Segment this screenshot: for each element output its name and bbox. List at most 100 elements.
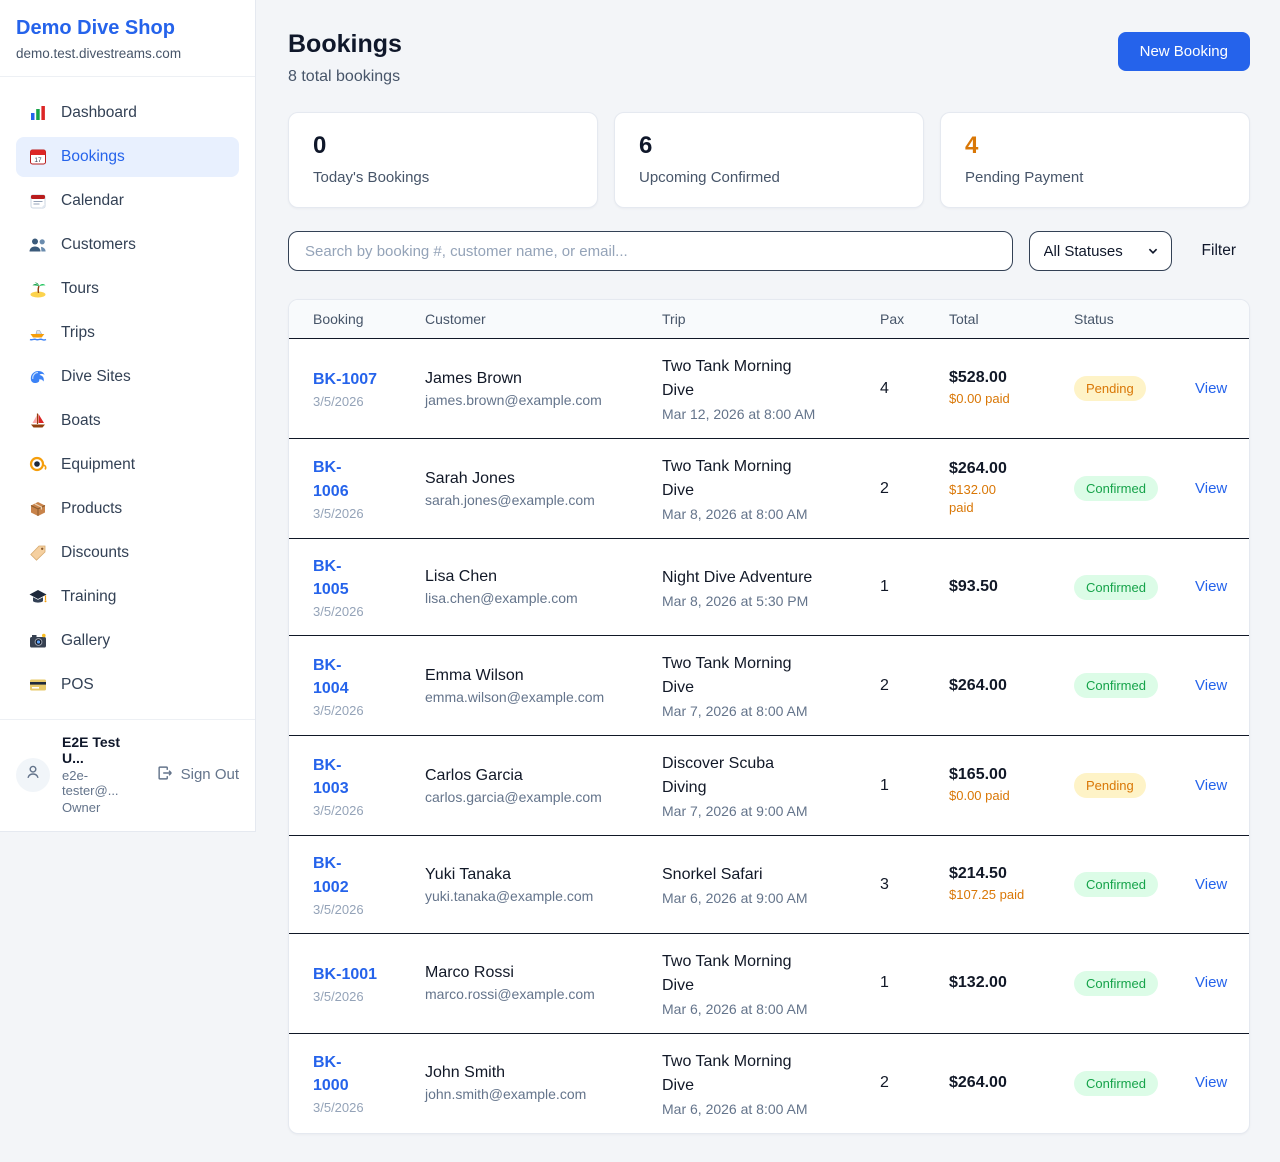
sidebar-item-boats[interactable]: Boats — [16, 401, 239, 441]
new-booking-button[interactable]: New Booking — [1118, 32, 1250, 71]
stat-label: Today's Bookings — [313, 169, 573, 186]
sidebar-item-label: Bookings — [61, 148, 125, 166]
total-amount: $528.00 — [949, 369, 1074, 387]
view-link[interactable]: View — [1195, 480, 1227, 497]
booking-id-link[interactable]: BK- 1000 — [313, 1051, 349, 1097]
view-link[interactable]: View — [1195, 876, 1227, 893]
total-amount: $264.00 — [949, 1074, 1074, 1092]
calendar-bookings-icon: 17 — [28, 147, 48, 167]
booking-id-link[interactable]: BK- 1003 — [313, 754, 349, 800]
sidebar-item-label: Tours — [61, 280, 99, 298]
user-meta: E2E Test U... e2e-tester@... Owner — [62, 734, 144, 815]
stat-card-pending-payment: 4 Pending Payment — [940, 112, 1250, 208]
sidebar-item-training[interactable]: Training — [16, 577, 239, 617]
sidebar-item-dashboard[interactable]: Dashboard — [16, 93, 239, 133]
total-cell: $93.50 — [949, 578, 1074, 596]
customer-name: Marco Rossi — [425, 964, 662, 982]
paid-amount: $0.00 paid — [949, 787, 1074, 805]
sidebar-item-customers[interactable]: Customers — [16, 225, 239, 265]
column-header-total: Total — [949, 311, 1074, 327]
booking-date: 3/5/2026 — [313, 902, 425, 917]
total-amount: $264.00 — [949, 677, 1074, 695]
total-cell: $214.50 $107.25 paid — [949, 865, 1074, 904]
paid-amount: $132.00 paid — [949, 481, 1074, 517]
view-link[interactable]: View — [1195, 974, 1227, 991]
view-link[interactable]: View — [1195, 1074, 1227, 1091]
sidebar-item-calendar[interactable]: Calendar — [16, 181, 239, 221]
sidebar-item-label: Gallery — [61, 632, 110, 650]
stat-value: 4 — [965, 132, 1225, 160]
search-input[interactable] — [288, 231, 1013, 271]
sidebar-item-label: Equipment — [61, 456, 135, 474]
booking-cell: BK-1001 3/5/2026 — [313, 963, 425, 1004]
user-box: E2E Test U... e2e-tester@... Owner Sign … — [0, 719, 255, 831]
booking-id-link[interactable]: BK- 1002 — [313, 852, 349, 898]
booking-id-link[interactable]: BK- 1005 — [313, 555, 349, 601]
sidebar-item-gallery[interactable]: Gallery — [16, 621, 239, 661]
total-cell: $132.00 — [949, 974, 1074, 992]
total-cell: $264.00 $132.00 paid — [949, 460, 1074, 517]
brand-name: Demo Dive Shop — [16, 17, 239, 40]
sidebar-item-trips[interactable]: Trips — [16, 313, 239, 353]
booking-date: 3/5/2026 — [313, 703, 425, 718]
sign-out-button[interactable]: Sign Out — [156, 764, 239, 786]
page-header: Bookings 8 total bookings New Booking — [288, 30, 1250, 86]
sidebar-item-discounts[interactable]: Discounts — [16, 533, 239, 573]
booking-id-link[interactable]: BK- 1006 — [313, 456, 349, 502]
bar-chart-icon — [28, 103, 48, 123]
status-filter-select[interactable]: All Statuses — [1029, 231, 1172, 271]
booking-date: 3/5/2026 — [313, 506, 425, 521]
status-badge: Pending — [1074, 376, 1146, 401]
booking-date: 3/5/2026 — [313, 604, 425, 619]
booking-id-link[interactable]: BK-1007 — [313, 368, 377, 391]
sidebar-item-products[interactable]: Products — [16, 489, 239, 529]
view-cell: View — [1195, 1074, 1249, 1092]
filter-button[interactable]: Filter — [1188, 242, 1250, 260]
sidebar-item-pos[interactable]: POS — [16, 665, 239, 705]
booking-cell: BK- 1006 3/5/2026 — [313, 456, 425, 520]
table-row: BK- 1005 3/5/2026 Lisa Chen lisa.chen@ex… — [289, 539, 1249, 636]
pax-count: 2 — [880, 677, 949, 695]
trip-name: Two Tank Morning Dive — [662, 950, 880, 998]
person-icon — [23, 762, 43, 787]
view-link[interactable]: View — [1195, 777, 1227, 794]
table-header-row: BookingCustomerTripPaxTotalStatus — [289, 300, 1249, 339]
stat-label: Upcoming Confirmed — [639, 169, 899, 186]
total-amount: $93.50 — [949, 578, 1074, 596]
brand: Demo Dive Shop demo.test.divestreams.com — [0, 0, 255, 77]
pax-count: 4 — [880, 380, 949, 398]
booking-cell: BK- 1003 3/5/2026 — [313, 754, 425, 818]
view-cell: View — [1195, 876, 1249, 894]
sidebar-item-label: Products — [61, 500, 122, 518]
view-link[interactable]: View — [1195, 380, 1227, 397]
customer-cell: John Smith john.smith@example.com — [425, 1064, 662, 1102]
trip-name: Discover Scuba Diving — [662, 752, 880, 800]
view-link[interactable]: View — [1195, 578, 1227, 595]
page-header-text: Bookings 8 total bookings — [288, 30, 402, 86]
paid-amount: $0.00 paid — [949, 390, 1074, 408]
sidebar-item-label: Trips — [61, 324, 95, 342]
pax-count: 1 — [880, 974, 949, 992]
booking-id-link[interactable]: BK-1001 — [313, 963, 377, 986]
sidebar-item-tours[interactable]: Tours — [16, 269, 239, 309]
trip-cell: Snorkel Safari Mar 6, 2026 at 9:00 AM — [662, 863, 880, 906]
customer-name: Sarah Jones — [425, 470, 662, 488]
status-cell: Confirmed — [1074, 575, 1195, 600]
dive-mask-icon — [28, 455, 48, 475]
sidebar-item-label: Dive Sites — [61, 368, 131, 386]
filter-row: All Statuses Filter — [288, 231, 1250, 271]
trip-datetime: Mar 6, 2026 at 8:00 AM — [662, 1101, 880, 1117]
sidebar-item-equipment[interactable]: Equipment — [16, 445, 239, 485]
sidebar: Demo Dive Shop demo.test.divestreams.com… — [0, 0, 256, 832]
trip-datetime: Mar 7, 2026 at 9:00 AM — [662, 803, 880, 819]
page-title: Bookings — [288, 30, 402, 59]
booking-id-link[interactable]: BK- 1004 — [313, 654, 349, 700]
status-badge: Confirmed — [1074, 673, 1158, 698]
customer-email: marco.rossi@example.com — [425, 986, 662, 1002]
sidebar-item-dive-sites[interactable]: Dive Sites — [16, 357, 239, 397]
sidebar-item-bookings[interactable]: 17 Bookings — [16, 137, 239, 177]
sign-out-label: Sign Out — [181, 766, 239, 783]
sidebar-item-label: Dashboard — [61, 104, 137, 122]
view-link[interactable]: View — [1195, 677, 1227, 694]
sailboat-icon — [28, 411, 48, 431]
